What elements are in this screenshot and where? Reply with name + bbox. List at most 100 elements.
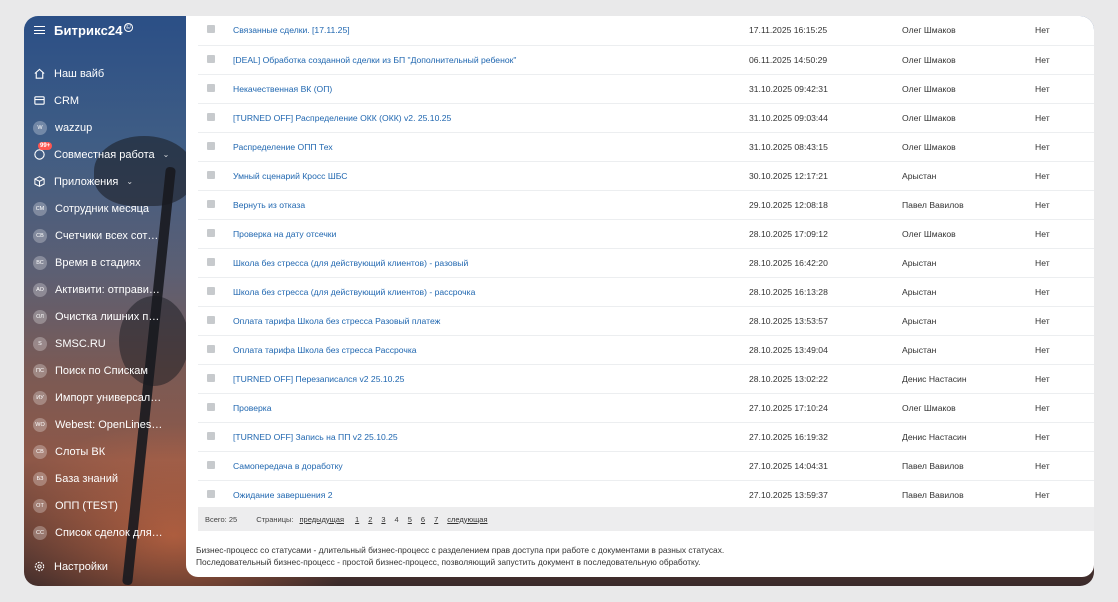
menu-icon[interactable] bbox=[34, 26, 45, 34]
sidebar-item[interactable]: S SMSC.RU bbox=[24, 330, 186, 357]
sidebar-item[interactable]: ВС Время в стадиях bbox=[24, 249, 186, 276]
modified-by: Олег Шмаков bbox=[902, 219, 1035, 249]
sidebar-item[interactable]: ПС Поиск по Спискам bbox=[24, 357, 186, 384]
row-checkbox[interactable] bbox=[207, 286, 215, 295]
sidebar-item[interactable]: СС Список сделок для об... bbox=[24, 519, 186, 546]
row-checkbox[interactable] bbox=[207, 460, 215, 469]
app-avatar-icon: СМ bbox=[33, 201, 47, 216]
sidebar-item[interactable]: WO Webest: OpenLines Act... bbox=[24, 411, 186, 438]
row-checkbox[interactable] bbox=[207, 83, 215, 92]
app-avatar-icon: ВС bbox=[33, 255, 47, 270]
process-name-link[interactable]: Ожидание завершения 2 bbox=[233, 490, 333, 500]
chevron-down-icon[interactable]: ⌄ bbox=[126, 177, 133, 186]
app-window: Битрикс24 © Наш вайб CRM Wwazzup 99+ Совместн… bbox=[24, 16, 1094, 586]
process-name-link[interactable]: Вернуть из отказа bbox=[233, 200, 305, 210]
modified-by: Олег Шмаков bbox=[902, 132, 1035, 162]
row-checkbox[interactable] bbox=[207, 54, 215, 63]
sidebar-item-label: SMSC.RU bbox=[55, 337, 106, 350]
table-row: Оплата тарифа Школа без стресса Разовый … bbox=[198, 306, 1094, 336]
page-link[interactable]: 6 bbox=[421, 515, 425, 524]
process-name-link[interactable]: Школа без стресса (для действующий клиен… bbox=[233, 287, 475, 297]
sidebar-item[interactable]: АО Активити: отправить в... bbox=[24, 276, 186, 303]
row-checkbox[interactable] bbox=[207, 257, 215, 266]
process-name-link[interactable]: [TURNED OFF] Перезаписался v2 25.10.25 bbox=[233, 374, 404, 384]
processes-table: Связанные сделки. [17.11.25] 17.11.2025 1… bbox=[198, 16, 1094, 510]
row-checkbox[interactable] bbox=[207, 344, 215, 353]
process-name-link[interactable]: Распределение ОПП Тех bbox=[233, 142, 333, 152]
app-avatar-icon: ПС bbox=[33, 363, 47, 378]
process-name-link[interactable]: Самопередача в доработку bbox=[233, 461, 343, 471]
description: Бизнес-процесс со статусами - длительный… bbox=[196, 544, 724, 568]
table-row: [TURNED OFF] Перезаписался v2 25.10.25 28… bbox=[198, 364, 1094, 394]
table-row: [TURNED OFF] Запись на ПП v2 25.10.25 27.… bbox=[198, 422, 1094, 452]
logo[interactable]: Битрикс24 © bbox=[54, 23, 133, 38]
next-page-link[interactable]: следующая bbox=[447, 515, 487, 524]
sidebar-item[interactable]: Приложения ⌄ bbox=[24, 168, 186, 195]
description-line: Последовательный бизнес-процесс - просто… bbox=[196, 557, 701, 567]
sidebar-item[interactable]: Wwazzup bbox=[24, 114, 186, 141]
app-avatar-icon: ОТ bbox=[33, 498, 47, 513]
modified-date: 29.10.2025 12:08:18 bbox=[749, 190, 902, 220]
process-name-link[interactable]: Связанные сделки. [17.11.25] bbox=[233, 25, 350, 35]
process-name-link[interactable]: Проверка bbox=[233, 403, 272, 413]
sidebar-item[interactable]: ОТ ОПП (TEST) bbox=[24, 492, 186, 519]
page-link[interactable]: 3 bbox=[381, 515, 385, 524]
modified-date: 31.10.2025 09:03:44 bbox=[749, 103, 902, 133]
page-link[interactable]: 2 bbox=[368, 515, 372, 524]
cube-icon bbox=[33, 175, 46, 188]
process-name-link[interactable]: Некачественная ВК (ОП) bbox=[233, 84, 332, 94]
notification-badge: 99+ bbox=[38, 142, 53, 150]
app-avatar-icon: WO bbox=[33, 417, 47, 432]
sidebar-item[interactable]: СМ Сотрудник месяца bbox=[24, 195, 186, 222]
sidebar-item-label: Webest: OpenLines Act... bbox=[55, 418, 163, 431]
sidebar-item[interactable]: БЗ База знаний bbox=[24, 465, 186, 492]
row-checkbox[interactable] bbox=[207, 373, 215, 382]
sidebar-item-label: Счетчики всех сотруд... bbox=[55, 229, 163, 242]
sidebar-item[interactable]: ИУ Импорт универсальн... bbox=[24, 384, 186, 411]
sidebar-item[interactable]: CRM bbox=[24, 87, 186, 114]
page-link[interactable]: 7 bbox=[434, 515, 438, 524]
app-avatar-icon: БЗ bbox=[33, 471, 47, 486]
row-checkbox[interactable] bbox=[207, 112, 215, 121]
status-flag: Нет bbox=[1035, 335, 1094, 365]
modified-by: Павел Вавилов bbox=[902, 190, 1035, 220]
current-page: 4 bbox=[394, 514, 399, 524]
modified-by: Денис Настасин bbox=[902, 364, 1035, 394]
row-checkbox[interactable] bbox=[207, 315, 215, 324]
sidebar-item[interactable]: Наш вайб bbox=[24, 60, 186, 87]
row-checkbox[interactable] bbox=[207, 489, 215, 498]
sidebar-item[interactable]: ОЛ Очистка лишних поле... bbox=[24, 303, 186, 330]
process-name-link[interactable]: [TURNED OFF] Распределение ОКК (ОКК) v2.… bbox=[233, 113, 451, 123]
prev-page-link[interactable]: предыдущая bbox=[299, 515, 344, 524]
process-name-link[interactable]: [TURNED OFF] Запись на ПП v2 25.10.25 bbox=[233, 432, 398, 442]
sidebar-item[interactable]: СВ Слоты ВК bbox=[24, 438, 186, 465]
row-checkbox[interactable] bbox=[207, 431, 215, 440]
modified-date: 27.10.2025 16:19:32 bbox=[749, 422, 902, 452]
status-flag: Нет bbox=[1035, 219, 1094, 249]
row-checkbox[interactable] bbox=[207, 402, 215, 411]
row-checkbox[interactable] bbox=[207, 199, 215, 208]
table-row: [DEAL] Обработка созданной сделки из БП … bbox=[198, 45, 1094, 75]
modified-by: Арыстан bbox=[902, 248, 1035, 278]
row-checkbox[interactable] bbox=[207, 170, 215, 179]
status-flag: Нет bbox=[1035, 277, 1094, 307]
status-flag: Нет bbox=[1035, 74, 1094, 104]
process-name-link[interactable]: Оплата тарифа Школа без стресса Рассрочк… bbox=[233, 345, 417, 355]
page-link[interactable]: 1 bbox=[355, 515, 359, 524]
process-name-link[interactable]: [DEAL] Обработка созданной сделки из БП … bbox=[233, 55, 516, 65]
status-flag: Нет bbox=[1035, 364, 1094, 394]
process-name-link[interactable]: Умный сценарий Кросс ШБС bbox=[233, 171, 347, 181]
sidebar-item[interactable]: СВ Счетчики всех сотруд... bbox=[24, 222, 186, 249]
sidebar-item[interactable]: 99+ Совместная работа ⌄ bbox=[24, 141, 186, 168]
process-name-link[interactable]: Оплата тарифа Школа без стресса Разовый … bbox=[233, 316, 440, 326]
row-checkbox[interactable] bbox=[207, 141, 215, 150]
process-name-link[interactable]: Школа без стресса (для действующий клиен… bbox=[233, 258, 468, 268]
status-flag: Нет bbox=[1035, 393, 1094, 423]
modified-by: Арыстан bbox=[902, 335, 1035, 365]
row-checkbox[interactable] bbox=[207, 25, 215, 34]
process-name-link[interactable]: Проверка на дату отсечки bbox=[233, 229, 336, 239]
page-link[interactable]: 5 bbox=[408, 515, 412, 524]
chevron-down-icon[interactable]: ⌄ bbox=[163, 150, 170, 159]
sidebar-item-settings[interactable]: Настройки bbox=[24, 553, 186, 580]
row-checkbox[interactable] bbox=[207, 228, 215, 237]
